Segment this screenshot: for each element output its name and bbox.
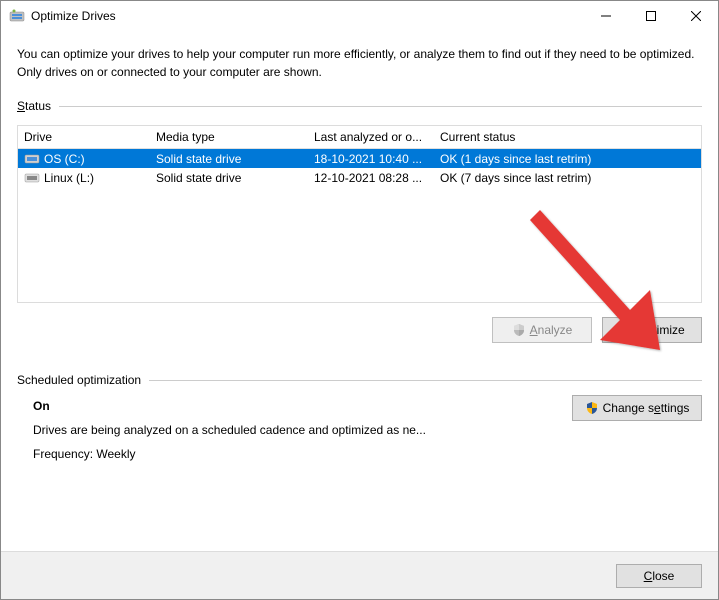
change-settings-label: Change settings	[603, 401, 690, 415]
divider	[149, 380, 702, 381]
description-text: You can optimize your drives to help you…	[17, 45, 702, 81]
schedule-label: Scheduled optimization	[17, 373, 141, 387]
drive-last: 18-10-2021 10:40 ...	[308, 152, 434, 166]
schedule-desc: Drives are being analyzed on a scheduled…	[33, 423, 572, 437]
drive-table: Drive Media type Last analyzed or o... C…	[17, 125, 702, 303]
optimize-button[interactable]: Optimize	[602, 317, 702, 343]
drive-media: Solid state drive	[150, 152, 308, 166]
shield-icon	[512, 323, 526, 337]
divider	[59, 106, 702, 107]
maximize-button[interactable]	[628, 1, 673, 31]
window-title: Optimize Drives	[31, 9, 583, 23]
col-last[interactable]: Last analyzed or o...	[308, 126, 434, 148]
col-drive[interactable]: Drive	[18, 126, 150, 148]
table-row[interactable]: Linux (L:) Solid state drive 12-10-2021 …	[18, 168, 701, 187]
table-header: Drive Media type Last analyzed or o... C…	[18, 126, 701, 149]
close-window-button[interactable]	[673, 1, 718, 31]
optimize-label: Optimize	[637, 323, 684, 337]
shield-icon	[585, 401, 599, 415]
drive-last: 12-10-2021 08:28 ...	[308, 171, 434, 185]
close-button[interactable]: Close	[616, 564, 702, 588]
app-icon	[9, 8, 25, 24]
analyze-button: Analyze	[492, 317, 592, 343]
col-status[interactable]: Current status	[434, 126, 701, 148]
drive-media: Solid state drive	[150, 171, 308, 185]
drive-status: OK (1 days since last retrim)	[434, 152, 701, 166]
close-label: Close	[644, 569, 675, 583]
titlebar: Optimize Drives	[1, 1, 718, 31]
col-media[interactable]: Media type	[150, 126, 308, 148]
drive-icon	[24, 152, 40, 166]
change-settings-button[interactable]: Change settings	[572, 395, 702, 421]
table-row[interactable]: OS (C:) Solid state drive 18-10-2021 10:…	[18, 149, 701, 168]
minimize-button[interactable]	[583, 1, 628, 31]
schedule-status: On	[33, 399, 572, 413]
status-label: Status	[17, 99, 51, 113]
drive-name: OS (C:)	[44, 152, 85, 166]
shield-icon	[619, 323, 633, 337]
drive-name: Linux (L:)	[44, 171, 94, 185]
drive-status: OK (7 days since last retrim)	[434, 171, 701, 185]
analyze-label: Analyze	[530, 323, 573, 337]
drive-icon	[24, 171, 40, 185]
schedule-frequency: Frequency: Weekly	[33, 447, 572, 461]
